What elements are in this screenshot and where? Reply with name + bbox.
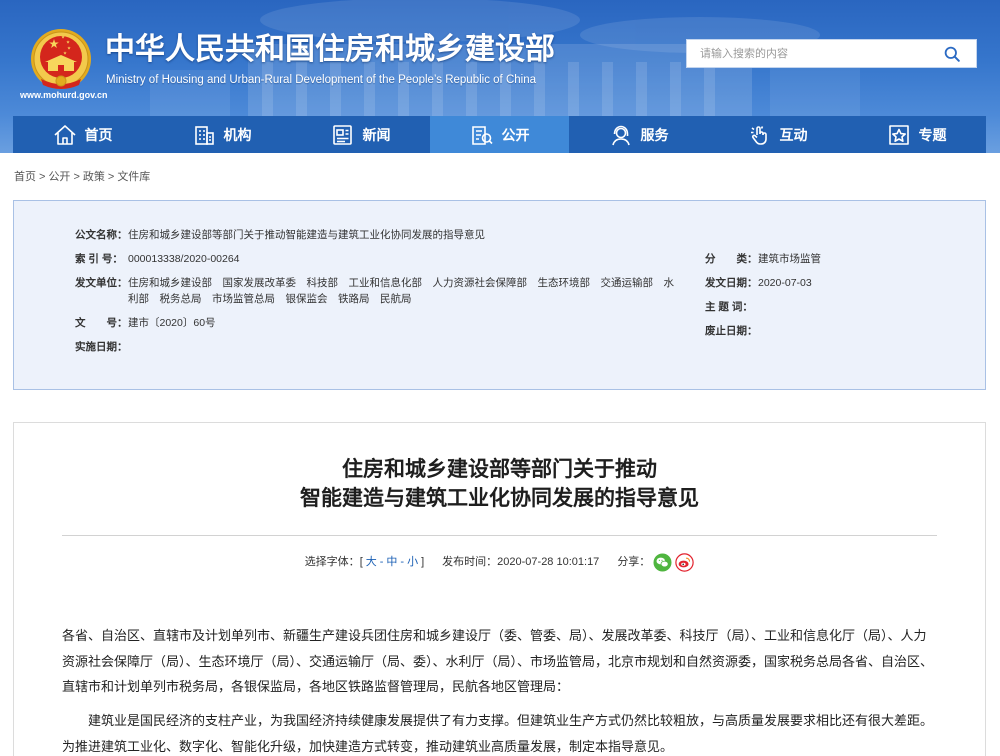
interaction-icon bbox=[748, 124, 772, 146]
nav-item-topic[interactable]: 专题 bbox=[847, 116, 986, 153]
font-size-bracket-open: [ bbox=[359, 556, 363, 568]
publish-time-value: 2020-07-28 10:01:17 bbox=[497, 556, 600, 568]
title-divider bbox=[62, 535, 937, 536]
info-value-category: 建筑市场监管 bbox=[758, 253, 821, 265]
site-title: 中华人民共和国住房和城乡建设部 bbox=[105, 33, 555, 66]
info-right-column: 分 类： 建筑市场监管 发文日期： 2020-07-03 主 题 词： 废止日期… bbox=[705, 247, 965, 343]
info-label: 废止日期： bbox=[705, 325, 758, 337]
breadcrumb-item-disclosure[interactable]: 公开 bbox=[48, 171, 70, 183]
nav-item-label: 首页 bbox=[84, 126, 113, 143]
breadcrumb-item-file-library[interactable]: 文件库 bbox=[117, 171, 150, 183]
weibo-icon[interactable] bbox=[675, 552, 695, 572]
share-label: 分享： bbox=[617, 556, 651, 568]
breadcrumb-item-policy[interactable]: 政策 bbox=[83, 171, 105, 183]
national-emblem-icon bbox=[30, 28, 92, 92]
main-nav: 首页 机构 新闻 公开 服务 互动 专题 bbox=[13, 116, 986, 153]
info-row-issuer: 发文单位： 住房和城乡建设部 国家发展改革委 科技部 工业和信息化部 人力资源社… bbox=[75, 271, 695, 311]
info-label: 公文名称： bbox=[75, 229, 128, 241]
info-label: 发文单位： bbox=[75, 277, 128, 289]
info-row-index: 索 引 号： 000013338/2020-00264 bbox=[75, 247, 695, 271]
info-row-effective-date: 实施日期： bbox=[75, 335, 695, 359]
site-header: 中华人民共和国住房和城乡建设部 Ministry of Housing and … bbox=[0, 0, 1000, 153]
info-row-doc-number: 文 号： 建市〔2020〕60号 bbox=[75, 311, 695, 335]
site-domain: www.mohurd.gov.cn bbox=[20, 90, 108, 100]
nav-item-news[interactable]: 新闻 bbox=[291, 116, 430, 153]
disclosure-icon bbox=[470, 124, 494, 146]
nav-item-disclosure[interactable]: 公开 bbox=[430, 116, 569, 153]
font-size-label: 选择字体： bbox=[304, 556, 360, 568]
breadcrumb: 首页 > 公开 > 政策 > 文件库 bbox=[14, 170, 150, 184]
article-title: 住房和城乡建设部等部门关于推动 智能建造与建筑工业化协同发展的指导意见 bbox=[14, 455, 985, 513]
info-row-doc-name: 公文名称： 住房和城乡建设部等部门关于推动智能建造与建筑工业化协同发展的指导意见 bbox=[75, 223, 485, 247]
nav-item-label: 互动 bbox=[779, 126, 808, 143]
search-box bbox=[686, 39, 977, 68]
nav-item-interaction[interactable]: 互动 bbox=[708, 116, 847, 153]
article-title-line: 住房和城乡建设部等部门关于推动 bbox=[342, 458, 657, 481]
info-label: 实施日期： bbox=[75, 341, 128, 353]
breadcrumb-item-home[interactable]: 首页 bbox=[14, 171, 36, 183]
nav-item-label: 机构 bbox=[223, 126, 252, 143]
topic-icon bbox=[887, 124, 911, 146]
info-left-column: 索 引 号： 000013338/2020-00264 发文单位： 住房和城乡建… bbox=[75, 247, 695, 359]
info-label: 发文日期： bbox=[705, 277, 758, 289]
publish-time-label: 发布时间： bbox=[442, 556, 498, 568]
home-icon bbox=[53, 124, 77, 146]
info-value-doc-number: 建市〔2020〕60号 bbox=[128, 317, 216, 329]
info-label: 文 号： bbox=[75, 317, 128, 329]
article-panel: 住房和城乡建设部等部门关于推动 智能建造与建筑工业化协同发展的指导意见 选择字体… bbox=[13, 422, 986, 756]
info-value-index: 000013338/2020-00264 bbox=[128, 253, 240, 265]
article-title-line: 智能建造与建筑工业化协同发展的指导意见 bbox=[300, 487, 699, 510]
article-paragraph: 各省、自治区、直辖市及计划单列市、新疆生产建设兵团住房和城乡建设厅（委、管委、局… bbox=[62, 628, 934, 694]
font-size-small-link[interactable]: 小 bbox=[407, 555, 418, 569]
article-body: 各省、自治区、直辖市及计划单列市、新疆生产建设兵团住房和城乡建设厅（委、管委、局… bbox=[62, 623, 936, 756]
nav-item-home[interactable]: 首页 bbox=[13, 116, 152, 153]
search-icon[interactable] bbox=[944, 46, 960, 62]
info-label: 主 题 词： bbox=[705, 301, 753, 313]
article-meta: 选择字体： [ 大 - 中 - 小 ] 发布时间： 2020-07-28 10:… bbox=[14, 552, 985, 572]
nav-item-label: 新闻 bbox=[362, 126, 391, 143]
breadcrumb-separator: > bbox=[107, 171, 115, 183]
breadcrumb-separator: > bbox=[73, 171, 80, 183]
news-icon bbox=[331, 124, 355, 146]
nav-item-label: 专题 bbox=[918, 126, 947, 143]
font-size-separator: - bbox=[400, 556, 405, 568]
breadcrumb-separator: > bbox=[39, 171, 46, 183]
info-value-issue-date: 2020-07-03 bbox=[758, 277, 812, 289]
article-paragraph: 建筑业是国民经济的支柱产业，为我国经济持续健康发展提供了有力支撑。但建筑业生产方… bbox=[62, 713, 934, 754]
nav-item-label: 服务 bbox=[640, 126, 669, 143]
site-subtitle: Ministry of Housing and Urban-Rural Deve… bbox=[106, 74, 536, 86]
info-label: 分 类： bbox=[705, 253, 758, 265]
font-size-separator: - bbox=[379, 556, 384, 568]
document-info-panel: 公文名称： 住房和城乡建设部等部门关于推动智能建造与建筑工业化协同发展的指导意见… bbox=[13, 200, 986, 390]
info-label: 索 引 号： bbox=[75, 253, 123, 265]
nav-item-organization[interactable]: 机构 bbox=[152, 116, 291, 153]
service-icon bbox=[609, 124, 633, 146]
info-row-keywords: 主 题 词： bbox=[705, 295, 965, 319]
search-input[interactable] bbox=[687, 40, 937, 67]
wechat-icon[interactable] bbox=[653, 553, 672, 572]
font-size-medium-link[interactable]: 中 bbox=[386, 555, 397, 569]
info-row-category: 分 类： 建筑市场监管 bbox=[705, 247, 965, 271]
info-value-doc-name: 住房和城乡建设部等部门关于推动智能建造与建筑工业化协同发展的指导意见 bbox=[128, 229, 485, 241]
info-value-issuer: 住房和城乡建设部 国家发展改革委 科技部 工业和信息化部 人力资源社会保障部 生… bbox=[128, 277, 674, 305]
info-row-expiry-date: 废止日期： bbox=[705, 319, 965, 343]
info-row-issue-date: 发文日期： 2020-07-03 bbox=[705, 271, 965, 295]
nav-item-service[interactable]: 服务 bbox=[569, 116, 708, 153]
font-size-large-link[interactable]: 大 bbox=[366, 555, 377, 569]
font-size-bracket-close: ] bbox=[421, 556, 425, 568]
nav-item-label: 公开 bbox=[501, 126, 530, 143]
organization-icon bbox=[192, 124, 216, 146]
